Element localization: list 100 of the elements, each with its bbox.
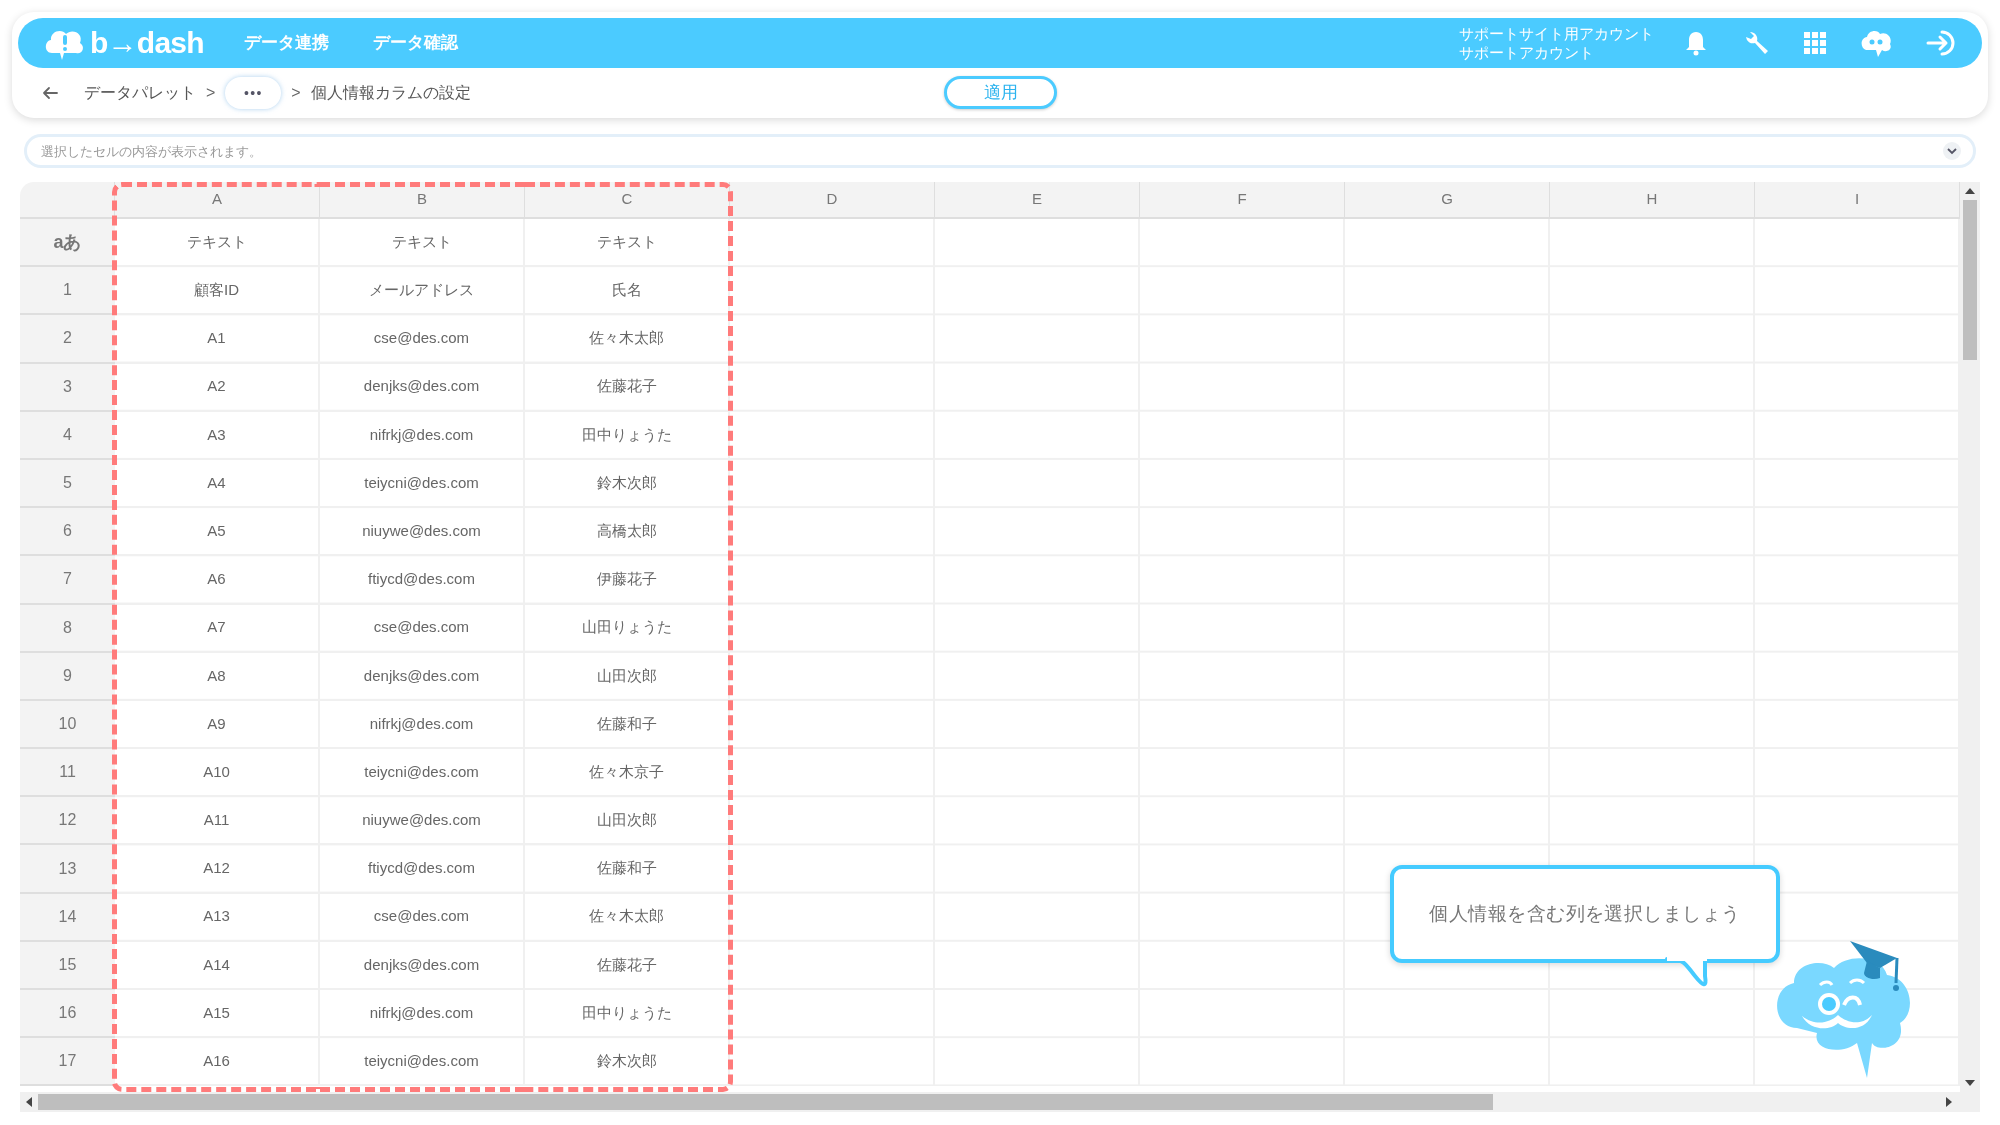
table-cell[interactable]: メールアドレス [320, 267, 525, 316]
scroll-thumb[interactable] [38, 1094, 1493, 1110]
column-header[interactable]: H [1550, 182, 1755, 219]
chevron-down-icon[interactable] [1942, 141, 1962, 161]
table-cell[interactable]: A9 [115, 700, 320, 750]
row-header[interactable]: 13 [20, 845, 115, 894]
table-cell[interactable]: niuywe@des.com [320, 797, 525, 846]
column-header[interactable]: I [1755, 182, 1960, 219]
bell-icon[interactable] [1684, 30, 1708, 56]
table-cell[interactable]: denjks@des.com [320, 941, 525, 990]
table-cell[interactable]: A3 [115, 411, 320, 460]
cell-content-field[interactable]: 選択したセルの内容が表示されます。 [24, 134, 1976, 168]
table-cell[interactable]: 佐々木太郎 [525, 893, 730, 942]
table-cell[interactable]: A1 [115, 315, 320, 364]
breadcrumb-separator: > [291, 83, 301, 103]
scroll-right-arrow-icon[interactable] [1946, 1097, 1952, 1107]
column-header[interactable]: D [730, 182, 935, 219]
scroll-down-arrow-icon[interactable] [1965, 1080, 1975, 1086]
table-cell[interactable]: 佐々木京子 [525, 749, 730, 798]
row-header[interactable]: 8 [20, 604, 115, 653]
account-name: サポートサイト用アカウント [1459, 24, 1654, 43]
table-cell[interactable]: 山田次郎 [525, 797, 730, 846]
row-header[interactable]: 9 [20, 652, 115, 701]
table-cell[interactable]: cse@des.com [320, 604, 525, 653]
row-header[interactable]: 5 [20, 459, 115, 509]
table-cell[interactable]: 佐々木太郎 [525, 315, 730, 364]
scroll-thumb[interactable] [1963, 200, 1977, 360]
row-header[interactable]: 2 [20, 315, 115, 364]
breadcrumb-item[interactable]: データパレット [84, 81, 196, 105]
row-header[interactable]: 7 [20, 556, 115, 605]
table-cell[interactable]: A4 [115, 459, 320, 509]
mascot-icon[interactable] [1860, 28, 1892, 58]
column-header[interactable]: F [1140, 182, 1345, 219]
table-cell[interactable]: cse@des.com [320, 893, 525, 942]
table-cell[interactable]: 佐藤花子 [525, 363, 730, 412]
row-header[interactable]: 14 [20, 893, 115, 942]
sheet-corner[interactable] [20, 182, 115, 219]
table-cell[interactable]: 高橋太郎 [525, 508, 730, 557]
table-cell[interactable]: テキスト [320, 219, 525, 268]
table-cell[interactable]: A7 [115, 604, 320, 653]
table-cell[interactable]: denjks@des.com [320, 652, 525, 701]
table-cell[interactable]: teiycni@des.com [320, 749, 525, 798]
breadcrumb-separator: > [206, 83, 216, 103]
column-header[interactable]: A [115, 182, 320, 219]
column-header[interactable]: E [935, 182, 1140, 219]
table-cell[interactable]: A15 [115, 990, 320, 1039]
back-arrow-icon[interactable] [42, 86, 58, 100]
horizontal-scrollbar[interactable] [20, 1092, 1980, 1112]
table-cell[interactable]: A5 [115, 508, 320, 557]
table-cell[interactable]: niuywe@des.com [320, 508, 525, 557]
table-cell[interactable]: denjks@des.com [320, 363, 525, 412]
table-cell[interactable]: nifrkj@des.com [320, 700, 525, 750]
table-cell[interactable]: A2 [115, 363, 320, 412]
table-cell[interactable]: 伊藤花子 [525, 556, 730, 605]
table-cell[interactable]: A16 [115, 1038, 320, 1087]
table-cell[interactable]: A12 [115, 845, 320, 894]
table-cell[interactable]: 山田りょうた [525, 604, 730, 653]
table-cell[interactable]: teiycni@des.com [320, 1038, 525, 1087]
more-button[interactable]: ••• [225, 77, 282, 109]
table-cell[interactable]: 田中りょうた [525, 990, 730, 1039]
vertical-scrollbar[interactable] [1960, 182, 1980, 1092]
row-header[interactable]: 12 [20, 797, 115, 846]
column-header[interactable]: G [1345, 182, 1550, 219]
table-cell[interactable]: cse@des.com [320, 315, 525, 364]
table-cell[interactable]: 田中りょうた [525, 411, 730, 460]
table-cell[interactable]: 佐藤和子 [525, 700, 730, 750]
hint-tooltip: 個人情報を含む列を選択しましょう [1390, 865, 1780, 963]
table-cell[interactable]: テキスト [115, 219, 320, 268]
row-header[interactable]: 11 [20, 749, 115, 798]
scroll-left-arrow-icon[interactable] [26, 1097, 32, 1107]
table-cell[interactable]: A11 [115, 797, 320, 846]
table-cell[interactable]: テキスト [525, 219, 730, 268]
scroll-up-arrow-icon[interactable] [1965, 188, 1975, 194]
table-cell[interactable]: nifrkj@des.com [320, 411, 525, 460]
table-cell[interactable]: 佐藤花子 [525, 941, 730, 990]
apps-grid-icon[interactable] [1804, 32, 1826, 54]
table-cell[interactable]: 鈴木次郎 [525, 459, 730, 509]
row-header[interactable]: 4 [20, 411, 115, 460]
table-cell[interactable]: A8 [115, 652, 320, 701]
row-header[interactable]: 16 [20, 990, 115, 1039]
row-header[interactable]: 1 [20, 267, 115, 316]
table-cell[interactable]: A6 [115, 556, 320, 605]
row-header[interactable]: 10 [20, 700, 115, 750]
table-cell[interactable]: 山田次郎 [525, 652, 730, 701]
column-header[interactable]: C [525, 182, 730, 219]
table-cell[interactable]: A14 [115, 941, 320, 990]
row-header[interactable]: 3 [20, 363, 115, 412]
table-cell[interactable]: teiycni@des.com [320, 459, 525, 509]
table-cell[interactable]: 鈴木次郎 [525, 1038, 730, 1087]
table-cell[interactable]: 氏名 [525, 267, 730, 316]
table-cell[interactable]: A10 [115, 749, 320, 798]
table-cell[interactable]: A13 [115, 893, 320, 942]
table-cell[interactable]: 佐藤和子 [525, 845, 730, 894]
row-header[interactable]: 6 [20, 508, 115, 557]
table-cell[interactable]: ftiycd@des.com [320, 556, 525, 605]
table-cell[interactable]: nifrkj@des.com [320, 990, 525, 1039]
table-cell[interactable]: 顧客ID [115, 267, 320, 316]
row-header[interactable]: 17 [20, 1038, 115, 1087]
table-cell[interactable]: ftiycd@des.com [320, 845, 525, 894]
row-header[interactable]: 15 [20, 941, 115, 990]
